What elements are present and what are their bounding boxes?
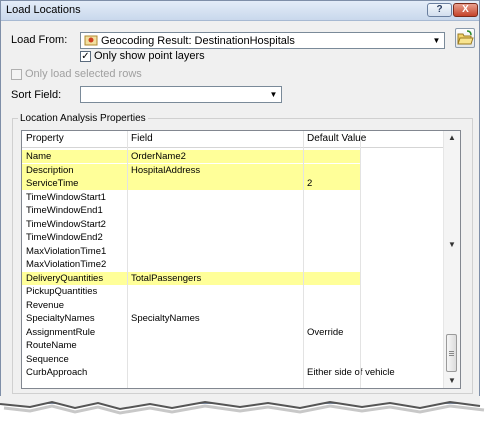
cell-default: Override — [307, 326, 344, 338]
cell-property: TimeWindowEnd2 — [26, 232, 103, 243]
table-row[interactable]: DeliveryQuantities TotalPassengers — [22, 271, 360, 285]
table-row[interactable]: ServiceTime 2 — [22, 177, 360, 190]
load-from-label: Load From: — [11, 34, 68, 46]
cell-property: SpecialtyNames — [26, 313, 95, 324]
cell-property: MaxViolationTime1 — [26, 245, 107, 257]
column-header-property[interactable]: Property — [26, 133, 64, 144]
cell-property: TimeWindowStart1 — [26, 191, 106, 203]
window-title: Load Locations — [6, 4, 81, 16]
torn-edge — [0, 396, 485, 415]
sort-field-dropdown[interactable]: ▼ — [80, 86, 282, 103]
cell-property: Description — [26, 164, 74, 176]
only-selected-rows-label: Only load selected rows — [25, 68, 142, 80]
column-header-field[interactable]: Field — [131, 133, 153, 144]
chevron-down-icon: ▼ — [269, 90, 278, 99]
open-folder-icon — [457, 30, 474, 45]
cell-property: Revenue — [26, 299, 65, 311]
scroll-marker-icon: ▼ — [448, 240, 456, 249]
cell-property: Name — [26, 151, 52, 162]
cell-field: TotalPassengers — [131, 272, 202, 284]
table-row[interactable]: MaxViolationTime2 — [22, 258, 444, 271]
table-row[interactable]: TimeWindowStart1 — [22, 191, 444, 204]
open-folder-button[interactable] — [455, 28, 475, 48]
table-row[interactable]: AssignmentRule Override — [22, 326, 444, 339]
properties-table[interactable]: Name OrderName2 Description HospitalAddress… — [21, 130, 461, 389]
table-row[interactable]: SpecialtyNames SpecialtyNames — [22, 312, 444, 325]
sort-field-label: Sort Field: — [11, 89, 62, 101]
table-row[interactable]: RouteName — [22, 339, 444, 352]
cell-property: RouteName — [26, 340, 77, 351]
only-selected-rows-checkbox[interactable] — [11, 69, 22, 80]
cell-property: Sequence — [26, 353, 69, 365]
properties-group-title: Location Analysis Properties — [18, 113, 148, 124]
scroll-up-arrow-icon[interactable]: ▲ — [444, 131, 460, 145]
table-header: Property Field Default Value — [22, 131, 444, 148]
column-divider — [303, 131, 304, 388]
cell-property: MaxViolationTime2 — [26, 259, 107, 270]
table-row[interactable]: TimeWindowEnd1 — [22, 204, 444, 217]
cell-default: Either side of vehicle — [307, 367, 395, 378]
table-row[interactable]: CurbApproach Either side of vehicle — [22, 366, 444, 379]
load-from-value: Geocoding Result: DestinationHospitals — [101, 35, 295, 47]
cell-property: TimeWindowEnd1 — [26, 205, 103, 216]
column-divider — [127, 131, 128, 388]
cell-field: OrderName2 — [131, 151, 186, 162]
vertical-scrollbar[interactable]: ▲ ▼ ▼ — [443, 131, 460, 388]
table-row[interactable]: Description HospitalAddress — [22, 163, 360, 177]
load-locations-dialog: Load Locations ? X Load From: Geocoding … — [0, 0, 480, 404]
table-row[interactable]: MaxViolationTime1 — [22, 245, 444, 258]
chevron-down-icon: ▼ — [432, 36, 441, 45]
cell-property: PickupQuantities — [26, 286, 98, 297]
cell-property: DeliveryQuantities — [26, 272, 104, 284]
table-row[interactable]: PickupQuantities — [22, 285, 444, 298]
table-row[interactable]: Revenue — [22, 299, 444, 312]
cell-property: TimeWindowStart2 — [26, 218, 106, 230]
table-row[interactable]: Name OrderName2 — [22, 150, 360, 163]
table-row[interactable]: TimeWindowEnd2 — [22, 231, 444, 244]
load-from-dropdown[interactable]: Geocoding Result: DestinationHospitals ▼ — [80, 32, 445, 49]
table-row[interactable]: Sequence — [22, 353, 444, 366]
scroll-thumb[interactable] — [446, 334, 457, 372]
title-bar[interactable]: Load Locations ? X — [1, 1, 479, 21]
help-button[interactable]: ? — [427, 3, 452, 17]
cell-property: CurbApproach — [26, 367, 88, 378]
geocode-layer-icon — [84, 35, 98, 46]
cell-default: 2 — [307, 178, 313, 189]
cell-property: AssignmentRule — [26, 326, 96, 338]
cell-field: SpecialtyNames — [131, 313, 200, 324]
cell-property: ServiceTime — [26, 178, 79, 189]
only-point-layers-checkbox[interactable]: ✓ — [80, 51, 91, 62]
only-point-layers-label: Only show point layers — [94, 50, 205, 62]
column-header-default-value[interactable]: Default Value — [307, 133, 366, 144]
column-divider — [360, 131, 361, 388]
scroll-down-arrow-icon[interactable]: ▼ — [444, 374, 460, 388]
cell-field: HospitalAddress — [131, 164, 201, 176]
table-row[interactable]: TimeWindowStart2 — [22, 218, 444, 231]
close-button[interactable]: X — [453, 3, 478, 17]
